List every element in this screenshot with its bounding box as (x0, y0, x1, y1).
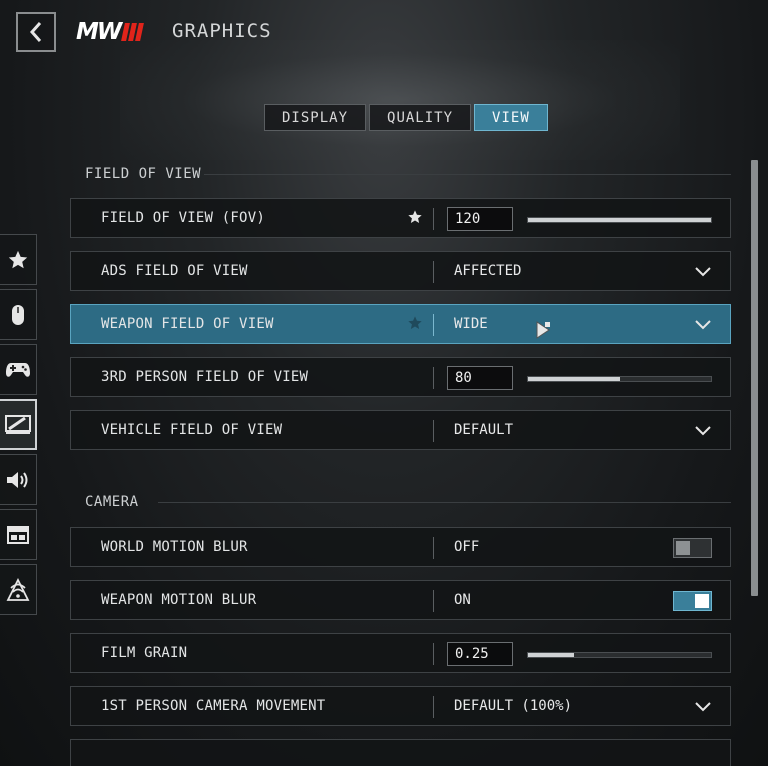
row-divider (433, 261, 434, 283)
setting-row-vehicle-fov[interactable]: VEHICLE FIELD OF VIEW DEFAULT (70, 410, 731, 450)
row-divider (433, 537, 434, 559)
chevron-down-icon[interactable] (694, 699, 712, 713)
weapon-motion-blur-toggle[interactable] (673, 591, 712, 611)
fov-value-input[interactable]: 120 (447, 207, 513, 231)
scrollbar[interactable] (751, 160, 758, 596)
3rd-person-fov-value-input[interactable]: 80 (447, 366, 513, 390)
chevron-down-icon[interactable] (694, 264, 712, 278)
camera-movement-value: DEFAULT (100%) (454, 698, 573, 714)
setting-row-weapon-fov[interactable]: WEAPON FIELD OF VIEW WIDE (70, 304, 731, 344)
toggle-knob (695, 594, 709, 608)
row-divider (433, 367, 434, 389)
fov-slider-fill (528, 218, 711, 222)
setting-row-world-motion-blur[interactable]: WORLD MOTION BLUR OFF (70, 527, 731, 567)
weapon-fov-value: WIDE (454, 316, 488, 332)
section-divider (204, 174, 731, 175)
mouse-cursor-icon (536, 321, 550, 339)
setting-row-weapon-motion-blur[interactable]: WEAPON MOTION BLUR ON (70, 580, 731, 620)
setting-label: ADS FIELD OF VIEW (101, 263, 248, 279)
row-divider (433, 590, 434, 612)
film-grain-slider[interactable] (527, 652, 712, 658)
category-rail (0, 234, 37, 615)
row-divider (433, 314, 434, 336)
toggle-knob (676, 541, 690, 555)
section-title-camera: CAMERA (85, 494, 139, 510)
weapon-motion-blur-value: ON (454, 592, 471, 608)
display-icon (4, 414, 31, 434)
row-divider (433, 696, 434, 718)
rail-interface[interactable] (0, 509, 37, 560)
setting-row-fov[interactable]: FIELD OF VIEW (FOV) 120 (70, 198, 731, 238)
mouse-icon (12, 304, 24, 325)
rail-mouse[interactable] (0, 289, 37, 340)
rail-network[interactable] (0, 564, 37, 615)
3rd-person-fov-slider[interactable] (527, 376, 712, 382)
network-icon (6, 577, 30, 601)
setting-label: VEHICLE FIELD OF VIEW (101, 422, 283, 438)
gamepad-icon (6, 362, 30, 377)
setting-label: FILM GRAIN (101, 645, 188, 661)
chevron-left-icon (29, 22, 42, 42)
fov-slider[interactable] (527, 217, 712, 223)
setting-label: 3RD PERSON FIELD OF VIEW (101, 369, 309, 385)
setting-row-partial[interactable] (70, 739, 731, 766)
setting-row-film-grain[interactable]: FILM GRAIN 0.25 (70, 633, 731, 673)
world-motion-blur-value: OFF (454, 539, 480, 555)
rail-audio[interactable] (0, 454, 37, 505)
row-divider (433, 643, 434, 665)
row-divider (433, 208, 434, 230)
logo-bars (121, 23, 145, 41)
tab-view[interactable]: VIEW (474, 104, 548, 131)
setting-row-3rd-person-fov[interactable]: 3RD PERSON FIELD OF VIEW 80 (70, 357, 731, 397)
world-motion-blur-toggle[interactable] (673, 538, 712, 558)
interface-icon (7, 525, 29, 544)
setting-label: FIELD OF VIEW (FOV) (101, 210, 265, 226)
section-title-fov: FIELD OF VIEW (85, 166, 202, 182)
vehicle-fov-value: DEFAULT (454, 422, 514, 438)
back-button[interactable] (16, 12, 56, 52)
chevron-down-icon[interactable] (694, 317, 712, 331)
rail-graphics[interactable] (0, 399, 37, 450)
setting-label: WEAPON FIELD OF VIEW (101, 316, 274, 332)
speaker-icon (7, 471, 28, 488)
setting-row-camera-movement[interactable]: 1ST PERSON CAMERA MOVEMENT DEFAULT (100%… (70, 686, 731, 726)
favorite-star-icon[interactable] (407, 315, 423, 331)
game-logo: MW (76, 19, 145, 45)
tab-quality[interactable]: QUALITY (369, 104, 472, 131)
section-divider (158, 502, 731, 503)
chevron-down-icon[interactable] (694, 423, 712, 437)
ads-fov-value: AFFECTED (454, 263, 522, 279)
favorite-star-icon[interactable] (407, 209, 423, 225)
setting-label: 1ST PERSON CAMERA MOVEMENT (101, 698, 326, 714)
3rd-person-fov-slider-fill (528, 377, 620, 381)
film-grain-value-input[interactable]: 0.25 (447, 642, 513, 666)
setting-row-ads-fov[interactable]: ADS FIELD OF VIEW AFFECTED (70, 251, 731, 291)
rail-favorites[interactable] (0, 234, 37, 285)
background-blur (120, 40, 680, 160)
logo-text: MW (76, 19, 122, 45)
page-title: GRAPHICS (172, 20, 272, 42)
tab-bar: DISPLAY QUALITY VIEW (264, 104, 548, 131)
tab-display[interactable]: DISPLAY (264, 104, 367, 131)
row-divider (433, 420, 434, 442)
star-icon (8, 250, 28, 268)
film-grain-slider-fill (528, 653, 574, 657)
setting-label: WEAPON MOTION BLUR (101, 592, 257, 608)
rail-controller[interactable] (0, 344, 37, 395)
setting-label: WORLD MOTION BLUR (101, 539, 248, 555)
